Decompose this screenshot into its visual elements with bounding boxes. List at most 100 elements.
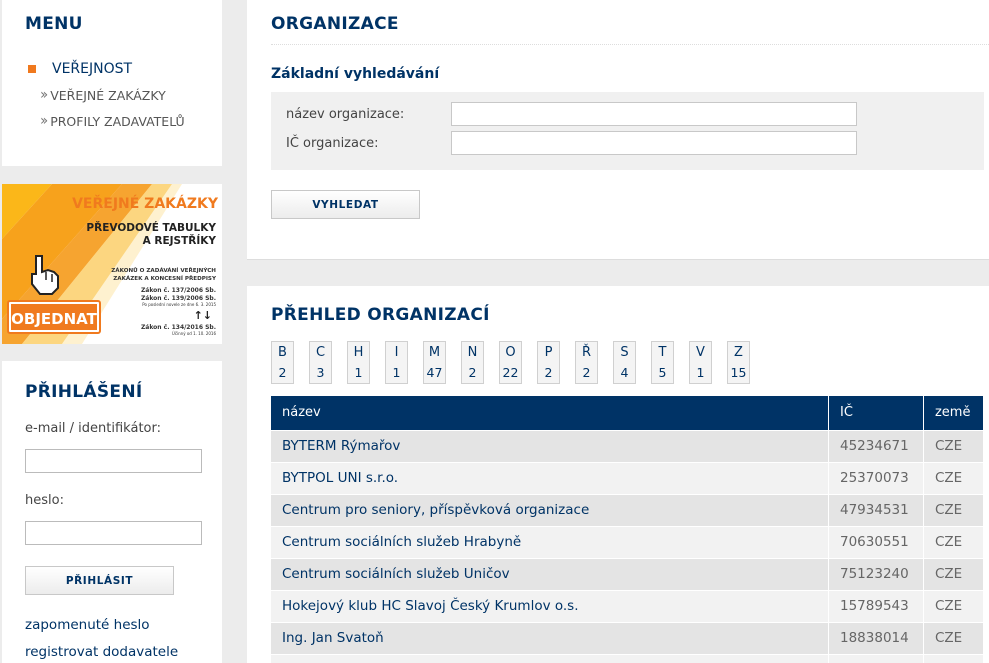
org-country: CZE — [923, 493, 985, 526]
letter-count: 4 — [620, 365, 629, 381]
menu-subitem-profily-zadavatelu[interactable]: ›› PROFILY ZADAVATELŮ — [40, 113, 185, 129]
org-name-link[interactable]: BYTERM Rýmařov — [271, 429, 829, 462]
email-label: e-mail / identifikátor: — [25, 421, 161, 436]
table-row[interactable]: Centrum sociálních služeb Uničov 7512324… — [271, 557, 985, 590]
org-country: CZE — [923, 429, 985, 462]
letter: N — [467, 344, 478, 360]
organization-search-panel: ORGANIZACE Základní vyhledávání název or… — [247, 0, 989, 260]
letter: H — [353, 344, 364, 360]
org-ic: 25370073 — [828, 461, 924, 494]
password-field[interactable] — [25, 521, 202, 545]
search-subtitle: Základní vyhledávání — [271, 66, 440, 82]
menu-title: MENU — [25, 14, 83, 34]
arrows-up-down-icon: ↑↓ — [194, 309, 212, 322]
letter: I — [394, 344, 399, 360]
email-field[interactable] — [25, 449, 202, 473]
column-header-ic[interactable]: IČ — [828, 396, 924, 430]
letter: B — [278, 344, 287, 360]
forgot-password-link[interactable]: zapomenuté heslo — [25, 617, 150, 633]
org-country: CZE — [923, 621, 985, 654]
banner-law3: Zákon č. 134/2016 Sb. — [141, 324, 216, 331]
menu-item-verejnost[interactable]: VEŘEJNOST — [28, 61, 132, 77]
promo-banner-graphic: VEŘEJNÉ ZAKÁZKY PŘEVODOVÉ TABULKY A REJS… — [2, 184, 222, 344]
table-row[interactable]: Hokejový klub HC Slavoj Český Krumlov o.… — [271, 589, 985, 622]
letter-filter-button[interactable]: V1 — [689, 341, 712, 384]
menu-subitem-label: VEŘEJNÉ ZAKÁZKY — [50, 87, 166, 103]
column-header-name[interactable]: název — [271, 396, 829, 430]
double-chevron-right-icon: ›› — [40, 113, 48, 129]
letter-filter-button[interactable]: S4 — [613, 341, 636, 384]
org-country — [923, 653, 985, 663]
letter-filter-button[interactable]: O 22 — [499, 341, 522, 384]
letter-filter-button[interactable]: T5 — [651, 341, 674, 384]
table-row[interactable]: BYTPOL UNI s.r.o. 25370073 CZE — [271, 461, 985, 494]
letter-count: 1 — [696, 365, 705, 381]
menu-item-label: VEŘEJNOST — [52, 61, 133, 77]
org-ic: 75123240 — [828, 557, 924, 590]
register-supplier-link[interactable]: registrovat dodavatele — [25, 644, 178, 660]
square-bullet-icon — [28, 65, 36, 73]
letter-filter-button[interactable]: M 47 — [423, 341, 446, 384]
org-name-link[interactable]: Centrum pro seniory, příspěvková organiz… — [271, 493, 829, 526]
table-row[interactable]: Ing. Jan Svatoň 18838014 CZE — [271, 621, 985, 654]
letter-count: 5 — [658, 365, 667, 381]
banner-title: VEŘEJNÉ ZAKÁZKY — [72, 195, 219, 212]
letter-filter-button[interactable]: P2 — [537, 341, 560, 384]
letter-count: 1 — [354, 365, 363, 381]
banner-law3-note: Účinný od 1. 10. 2016 — [172, 331, 217, 336]
letter-count: 1 — [392, 365, 401, 381]
letter-count: 2 — [278, 365, 287, 381]
letter-filter-button[interactable]: H1 — [347, 341, 370, 384]
org-ic — [828, 653, 924, 663]
banner-law2-note: Po poslední novele ze dne 6. 3. 2015 — [142, 302, 216, 307]
table-header-row: název IČ země — [271, 396, 985, 430]
org-name-input[interactable] — [451, 102, 857, 126]
org-ic: 70630551 — [828, 525, 924, 558]
org-ic-label: IČ organizace: — [286, 136, 379, 151]
login-button[interactable]: PŘIHLÁSIT — [25, 566, 174, 595]
banner-law2: Zákon č. 139/2006 Sb. — [141, 295, 216, 302]
org-name-link[interactable]: BYTPOL UNI s.r.o. — [271, 461, 829, 494]
divider — [271, 44, 989, 45]
login-panel: PŘIHLÁŠENÍ e-mail / identifikátor: heslo… — [2, 361, 222, 663]
letter-count: 2 — [582, 365, 591, 381]
org-ic-input[interactable] — [451, 131, 857, 155]
table-row[interactable]: Centrum pro seniory, příspěvková organiz… — [271, 493, 985, 526]
org-ic: 15789543 — [828, 589, 924, 622]
banner-order-button[interactable]: OBJEDNAT — [11, 310, 97, 328]
banner-law1: Zákon č. 137/2006 Sb. — [141, 287, 216, 294]
org-name-link[interactable]: Centrum sociálních služeb Uničov — [271, 557, 829, 590]
letter-filter-button[interactable]: C3 — [309, 341, 332, 384]
menu-subitem-verejne-zakazky[interactable]: ›› VEŘEJNÉ ZAKÁZKY — [40, 87, 166, 103]
table-row[interactable]: BYTERM Rýmařov 45234671 CZE — [271, 429, 985, 462]
letter: M — [428, 344, 441, 360]
org-country: CZE — [923, 525, 985, 558]
org-name-link[interactable]: Ing. Jan Svatoň — [271, 621, 829, 654]
letter-filter-button[interactable]: I1 — [385, 341, 408, 384]
org-name-link[interactable]: Hokejový klub HC Slavoj Český Krumlov o.… — [271, 589, 829, 622]
double-chevron-right-icon: ›› — [40, 87, 48, 103]
organizations-table: název IČ země BYTERM Rýmařov 45234671 CZ… — [271, 396, 985, 663]
letter: P — [544, 344, 553, 360]
banner-text2: ZAKÁZEK A KONCESNÍ PŘEDPISY — [113, 274, 217, 282]
table-row[interactable]: Centrum sociálních služeb Hrabyně 706305… — [271, 525, 985, 558]
search-form: název organizace: IČ organizace: — [271, 92, 984, 170]
letter-filter-button[interactable]: Ř2 — [575, 341, 598, 384]
menu-panel: MENU VEŘEJNOST ›› VEŘEJNÉ ZAKÁZKY ›› PRO… — [2, 0, 222, 166]
table-row[interactable] — [271, 653, 985, 663]
letter-count: 15 — [730, 365, 747, 381]
letter-filter-button[interactable]: B2 — [271, 341, 294, 384]
organization-list-panel: PŘEHLED ORGANIZACÍ B2 C3 H1 I1 M 47 N2 O2… — [247, 286, 989, 663]
column-header-country[interactable]: země — [923, 396, 985, 430]
letter-count: 22 — [502, 365, 519, 381]
org-country: CZE — [923, 589, 985, 622]
letter-filter-button[interactable]: Z 15 — [727, 341, 750, 384]
letter-count: 47 — [426, 365, 443, 381]
letter-filter-button[interactable]: N2 — [461, 341, 484, 384]
menu-subitem-label: PROFILY ZADAVATELŮ — [50, 113, 185, 129]
org-name-link[interactable] — [271, 653, 829, 663]
password-label: heslo: — [25, 493, 64, 508]
promo-banner[interactable]: VEŘEJNÉ ZAKÁZKY PŘEVODOVÉ TABULKY A REJS… — [2, 184, 222, 344]
search-button[interactable]: VYHLEDAT — [271, 190, 420, 219]
org-name-link[interactable]: Centrum sociálních služeb Hrabyně — [271, 525, 829, 558]
